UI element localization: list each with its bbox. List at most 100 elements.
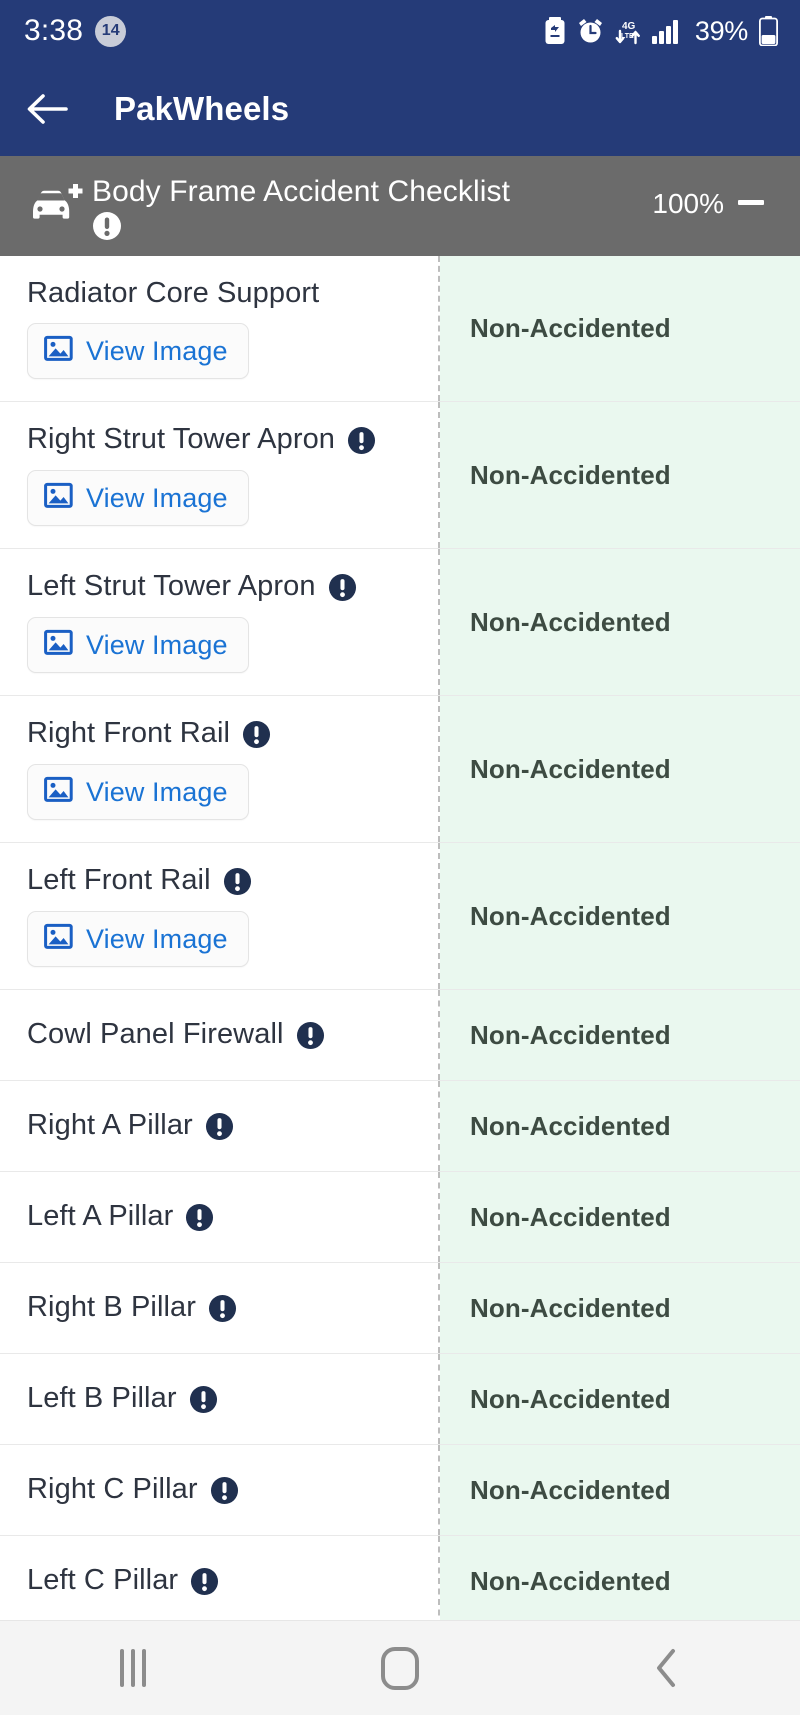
part-cell: Right Front Rail View Image xyxy=(0,696,440,843)
signal-bars-icon xyxy=(651,18,682,44)
image-icon xyxy=(44,335,73,367)
view-image-label: View Image xyxy=(86,482,228,513)
table-row[interactable]: Right Front Rail View Image Non-Accidented xyxy=(0,696,800,844)
info-exclamation-icon[interactable] xyxy=(185,1203,214,1232)
table-row[interactable]: Right B Pillar Non-Accidented xyxy=(0,1263,800,1355)
status-badge: Non-Accidented xyxy=(470,1201,671,1232)
chevron-left-glyph xyxy=(656,1649,675,1687)
status-badge: Non-Accidented xyxy=(470,1292,671,1323)
svg-text:4G: 4G xyxy=(622,21,636,32)
part-line: Left A Pillar xyxy=(27,1200,418,1233)
view-image-button[interactable]: View Image xyxy=(27,323,249,380)
status-badge: Non-Accidented xyxy=(470,606,671,637)
part-line: Right A Pillar xyxy=(27,1109,418,1142)
info-exclamation-icon[interactable] xyxy=(296,1021,325,1050)
notification-count-badge: 14 xyxy=(95,15,127,47)
mobile-data-4g-icon: 4G LTE xyxy=(615,17,641,46)
part-line: Left Front Rail xyxy=(27,864,418,897)
table-row[interactable]: Cowl Panel Firewall Non-Accidented xyxy=(0,990,800,1082)
table-row[interactable]: Right C Pillar Non-Accidented xyxy=(0,1445,800,1537)
part-name: Right Strut Tower Apron xyxy=(27,423,336,456)
battery-percent-label: 39% xyxy=(694,15,748,46)
status-bar: 3:38 14 4G LTE 39% xyxy=(0,0,800,62)
info-exclamation-icon[interactable] xyxy=(190,1567,219,1596)
view-image-button[interactable]: View Image xyxy=(27,470,249,527)
part-name: Left C Pillar xyxy=(27,1564,179,1597)
section-title: Body Frame Accident Checklist xyxy=(92,175,511,208)
view-image-label: View Image xyxy=(86,629,228,660)
status-bar-right: 4G LTE 39% xyxy=(544,16,778,47)
info-exclamation-icon[interactable] xyxy=(205,1112,234,1141)
home-icon[interactable] xyxy=(325,1621,475,1715)
status-cell: Non-Accidented xyxy=(440,1263,800,1354)
info-exclamation-icon[interactable] xyxy=(242,720,271,749)
info-exclamation-icon[interactable] xyxy=(92,211,122,246)
info-exclamation-icon[interactable] xyxy=(210,1476,239,1505)
part-cell: Left Front Rail View Image xyxy=(0,843,440,990)
info-exclamation-icon[interactable] xyxy=(223,867,252,896)
part-line: Right Front Rail xyxy=(27,717,418,750)
part-cell: Right B Pillar xyxy=(0,1263,440,1354)
part-cell: Radiator Core Support View Image xyxy=(0,255,440,402)
status-badge: Non-Accidented xyxy=(470,1110,671,1141)
status-cell: Non-Accidented xyxy=(440,1081,800,1172)
table-row[interactable]: Left B Pillar Non-Accidented xyxy=(0,1354,800,1446)
part-cell: Left Strut Tower Apron View Image xyxy=(0,549,440,696)
minus-icon xyxy=(738,200,764,205)
part-line: Cowl Panel Firewall xyxy=(27,1018,418,1051)
status-cell: Non-Accidented xyxy=(440,1536,800,1620)
part-name: Left Front Rail xyxy=(27,864,211,897)
view-image-button[interactable]: View Image xyxy=(27,764,249,821)
part-cell: Left A Pillar xyxy=(0,1172,440,1263)
info-exclamation-icon[interactable] xyxy=(208,1294,237,1323)
android-navigation-bar xyxy=(0,1620,800,1715)
part-cell: Left B Pillar xyxy=(0,1354,440,1445)
part-line: Left Strut Tower Apron xyxy=(27,570,418,603)
part-name: Right A Pillar xyxy=(27,1109,193,1142)
part-cell: Right A Pillar xyxy=(0,1081,440,1172)
table-row[interactable]: Right Strut Tower Apron View Image Non-Acc… xyxy=(0,402,800,550)
table-row[interactable]: Radiator Core Support View Image Non-Accid… xyxy=(0,255,800,403)
view-image-button[interactable]: View Image xyxy=(27,911,249,968)
part-line: Left B Pillar xyxy=(27,1382,418,1415)
battery-saver-icon xyxy=(544,17,566,45)
recents-icon[interactable] xyxy=(58,1621,208,1715)
part-line: Right B Pillar xyxy=(27,1291,418,1324)
table-row[interactable]: Right A Pillar Non-Accidented xyxy=(0,1081,800,1173)
back-icon[interactable] xyxy=(592,1621,742,1715)
status-cell: Non-Accidented xyxy=(440,402,800,549)
status-badge: Non-Accidented xyxy=(470,459,671,490)
phone-screen: 3:38 14 4G LTE 39% PakWheels Body Frame … xyxy=(0,0,800,1715)
table-row[interactable]: Left Front Rail View Image Non-Accidented xyxy=(0,843,800,991)
collapse-section-button[interactable] xyxy=(724,174,778,205)
part-line: Left C Pillar xyxy=(27,1564,418,1597)
table-row[interactable]: Left Strut Tower Apron View Image Non-Acci… xyxy=(0,549,800,697)
part-cell: Right C Pillar xyxy=(0,1445,440,1536)
part-name: Left Strut Tower Apron xyxy=(27,570,316,603)
info-exclamation-icon[interactable] xyxy=(189,1385,218,1414)
part-cell: Cowl Panel Firewall xyxy=(0,990,440,1081)
checklist-table[interactable]: Radiator Core Support View Image Non-Accid… xyxy=(0,255,800,1620)
app-title: PakWheels xyxy=(114,90,290,127)
section-title-wrap: Body Frame Accident Checklist xyxy=(92,174,644,246)
section-header-body-frame[interactable]: Body Frame Accident Checklist 100% xyxy=(0,156,800,256)
part-name: Cowl Panel Firewall xyxy=(27,1018,284,1051)
back-arrow-icon[interactable] xyxy=(24,86,70,132)
info-exclamation-icon[interactable] xyxy=(347,426,376,455)
app-bar: PakWheels xyxy=(0,62,800,156)
status-badge: Non-Accidented xyxy=(470,1565,671,1596)
part-name: Right C Pillar xyxy=(27,1473,198,1506)
image-icon xyxy=(44,482,73,514)
checklist-rows: Radiator Core Support View Image Non-Accid… xyxy=(0,255,800,1620)
info-exclamation-icon[interactable] xyxy=(328,573,357,602)
status-cell: Non-Accidented xyxy=(440,549,800,696)
part-line: Right C Pillar xyxy=(27,1473,418,1506)
view-image-button[interactable]: View Image xyxy=(27,617,249,674)
table-row[interactable]: Left A Pillar Non-Accidented xyxy=(0,1172,800,1264)
part-line: Radiator Core Support xyxy=(27,277,418,310)
status-badge: Non-Accidented xyxy=(470,1383,671,1414)
battery-icon xyxy=(759,16,778,46)
status-time: 3:38 xyxy=(24,14,84,47)
table-row[interactable]: Left C Pillar Non-Accidented xyxy=(0,1536,800,1620)
status-cell: Non-Accidented xyxy=(440,990,800,1081)
